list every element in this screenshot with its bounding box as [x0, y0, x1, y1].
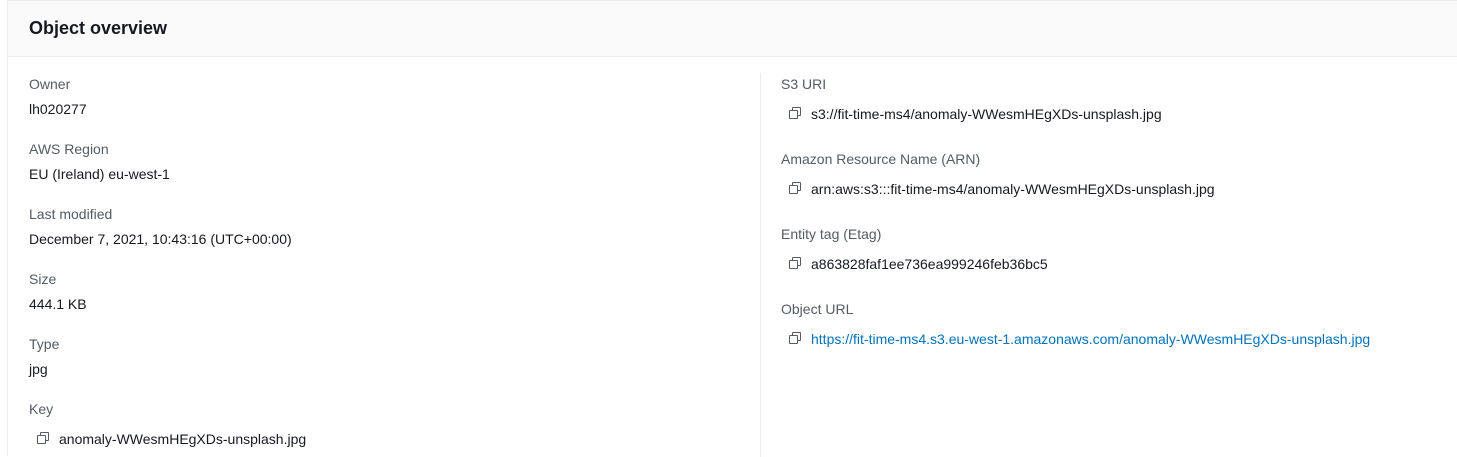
- etag-copy-row: a863828faf1ee736ea999246feb36bc5: [789, 255, 1048, 273]
- etag-value: a863828faf1ee736ea999246feb36bc5: [811, 256, 1048, 272]
- copy-icon[interactable]: [789, 332, 803, 346]
- arn-copy-row: arn:aws:s3:::fit-time-ms4/anomaly-WWesmH…: [789, 180, 1215, 198]
- key-label: Key: [29, 401, 54, 417]
- type-label: Type: [29, 336, 60, 352]
- type-value: jpg: [29, 361, 48, 377]
- owner-field: Owner lh020277: [29, 75, 87, 118]
- region-value: EU (Ireland) eu-west-1: [29, 166, 170, 182]
- type-field: Type jpg: [29, 335, 59, 378]
- s3-uri-copy-row: s3://fit-time-ms4/anomaly-WWesmHEgXDs-un…: [789, 105, 1162, 123]
- last-modified-field: Last modified December 7, 2021, 10:43:16…: [29, 205, 292, 248]
- object-url-copy-row: https://fit-time-ms4.s3.eu-west-1.amazon…: [789, 330, 1370, 348]
- region-field: AWS Region EU (Ireland) eu-west-1: [29, 140, 170, 183]
- key-copy-row: anomaly-WWesmHEgXDs-unsplash.jpg: [37, 430, 306, 448]
- object-overview-panel: Object overview Owner lh020277 AWS Regio…: [7, 0, 1457, 457]
- size-value: 444.1 KB: [29, 296, 87, 312]
- s3-uri-value: s3://fit-time-ms4/anomaly-WWesmHEgXDs-un…: [811, 106, 1162, 122]
- owner-label: Owner: [29, 76, 71, 92]
- etag-field: Entity tag (Etag) a863828faf1ee736ea9992…: [781, 225, 1048, 273]
- arn-field: Amazon Resource Name (ARN) arn:aws:s3:::…: [781, 150, 1215, 198]
- key-field: Key anomaly-WWesmHEgXDs-unsplash.jpg: [29, 400, 306, 448]
- object-url-link[interactable]: https://fit-time-ms4.s3.eu-west-1.amazon…: [811, 330, 1370, 348]
- object-url-field: Object URL https://fit-time-ms4.s3.eu-we…: [781, 300, 1370, 348]
- size-label: Size: [29, 271, 57, 287]
- last-modified-value: December 7, 2021, 10:43:16 (UTC+00:00): [29, 231, 292, 247]
- owner-value: lh020277: [29, 101, 87, 117]
- arn-label: Amazon Resource Name (ARN): [781, 151, 981, 167]
- panel-title: Object overview: [29, 18, 168, 38]
- copy-icon[interactable]: [789, 107, 803, 121]
- copy-icon[interactable]: [789, 182, 803, 196]
- last-modified-label: Last modified: [29, 206, 113, 222]
- s3-uri-label: S3 URI: [781, 76, 827, 92]
- panel-header: Object overview: [8, 1, 1457, 57]
- key-value: anomaly-WWesmHEgXDs-unsplash.jpg: [59, 431, 307, 447]
- column-divider: [760, 73, 761, 457]
- s3-uri-field: S3 URI s3://fit-time-ms4/anomaly-WWesmHE…: [781, 75, 1162, 123]
- region-label: AWS Region: [29, 141, 109, 157]
- copy-icon[interactable]: [789, 257, 803, 271]
- object-url-label: Object URL: [781, 301, 854, 317]
- arn-value: arn:aws:s3:::fit-time-ms4/anomaly-WWesmH…: [811, 181, 1215, 197]
- size-field: Size 444.1 KB: [29, 270, 87, 313]
- copy-icon[interactable]: [37, 432, 51, 446]
- etag-label: Entity tag (Etag): [781, 226, 882, 242]
